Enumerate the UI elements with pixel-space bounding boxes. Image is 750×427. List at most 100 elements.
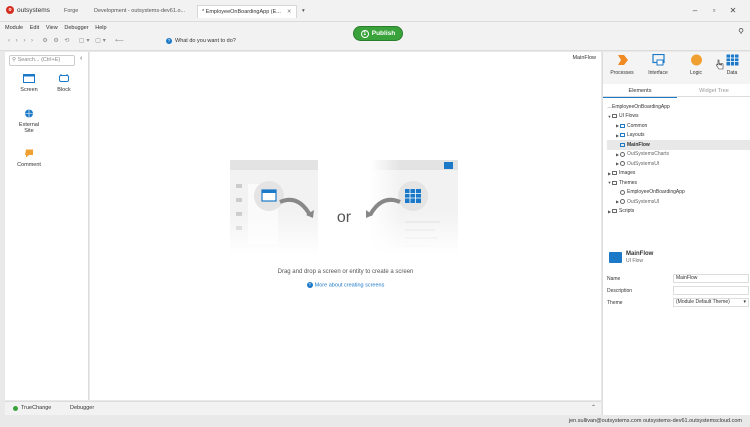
tab-forge[interactable]: Forge bbox=[60, 5, 82, 18]
menu-debugger[interactable]: Debugger bbox=[64, 22, 88, 34]
tab-interface[interactable]: Interface bbox=[641, 53, 675, 76]
gear-icon bbox=[620, 151, 625, 157]
ui-flow-icon bbox=[609, 252, 622, 263]
property-label: Theme bbox=[607, 300, 623, 306]
minimize-icon[interactable]: – bbox=[689, 5, 701, 17]
status-bar: jen.sullivan@outsystems.com outsystems-d… bbox=[0, 415, 750, 427]
tab-label: Data bbox=[726, 70, 738, 76]
property-theme: Theme (Module Default Theme) ▾ bbox=[607, 298, 749, 308]
title-bar: o outsystems Forge Development - outsyst… bbox=[0, 0, 750, 22]
property-name: Name MainFlow bbox=[607, 274, 749, 284]
theme-select[interactable]: (Module Default Theme) ▾ bbox=[673, 298, 749, 307]
layer-tabs: Processes Interface Logic Data bbox=[603, 52, 750, 84]
gear-icon bbox=[620, 199, 625, 205]
tab-development[interactable]: Development - outsystems-dev61.o... bbox=[90, 5, 194, 18]
drop-message: Drag and drop a screen or entity to crea… bbox=[277, 269, 414, 275]
widget-external-site[interactable]: External Site bbox=[14, 109, 44, 134]
outsystems-logo-icon: o bbox=[6, 6, 14, 14]
close-icon[interactable]: ✕ bbox=[287, 9, 292, 15]
widget-block[interactable]: Block bbox=[49, 74, 79, 93]
widget-screen[interactable]: Screen bbox=[14, 74, 44, 93]
collapse-panel-icon[interactable]: ‹ bbox=[80, 55, 82, 62]
what-do-you-want-to-do[interactable]: ? What do you want to do? bbox=[166, 38, 236, 44]
tab-label: Interface bbox=[648, 70, 668, 76]
subtab-elements[interactable]: Elements bbox=[603, 85, 677, 98]
widget-comment[interactable]: Comment bbox=[14, 149, 44, 168]
description-field[interactable] bbox=[673, 286, 749, 295]
gear-icon bbox=[620, 189, 625, 195]
tree-item[interactable]: ▶ Scripts bbox=[607, 207, 750, 217]
theme-select-value: (Module Default Theme) bbox=[676, 299, 730, 305]
publish-label: Publish bbox=[371, 30, 396, 37]
widget-label: Block bbox=[57, 87, 71, 93]
tree-item-label: Common bbox=[627, 122, 648, 129]
subtab-widget-tree[interactable]: Widget Tree bbox=[677, 85, 750, 97]
tree-item-label: Themes bbox=[619, 179, 638, 186]
tab-logic[interactable]: Logic bbox=[679, 54, 713, 76]
property-label: Name bbox=[607, 276, 621, 282]
tree-item-label: OutSystemsUI bbox=[627, 160, 660, 167]
folder-icon bbox=[612, 209, 617, 214]
tree-item[interactable]: ▶ Images bbox=[607, 169, 750, 179]
tree-item[interactable]: ▶ OutSystemsUI bbox=[607, 197, 750, 207]
tree-item-label: OutSystemsUI bbox=[627, 198, 660, 205]
tab-label: Logic bbox=[690, 70, 702, 76]
folder-icon bbox=[620, 142, 625, 147]
tab-truechange[interactable]: TrueChange bbox=[13, 405, 51, 411]
folder-icon bbox=[620, 123, 625, 128]
tree-item[interactable]: ▶ Common bbox=[607, 121, 750, 131]
menu-edit[interactable]: Edit bbox=[30, 22, 39, 34]
app-logo[interactable]: o outsystems bbox=[6, 6, 50, 14]
tab-label: Debugger bbox=[70, 405, 95, 411]
tree-item-label: Images bbox=[619, 170, 636, 177]
maximize-icon[interactable]: ▫ bbox=[708, 5, 720, 17]
properties-title: MainFlow bbox=[626, 251, 654, 257]
tab-dropdown-chevron-icon[interactable]: ▾ bbox=[298, 5, 309, 18]
tree-item-label: MainFlow bbox=[627, 141, 650, 148]
tree-item[interactable]: ▶ OutSystemsUI bbox=[607, 159, 750, 169]
name-field[interactable]: MainFlow bbox=[673, 274, 749, 283]
tab-employee-onboarding-app[interactable]: * EmployeeOnBoardingApp (E... ✕ bbox=[197, 5, 297, 18]
tab-label: Development - outsystems-dev61.o... bbox=[94, 8, 186, 14]
truechange-status-icon bbox=[13, 405, 18, 411]
tree-item[interactable]: ▶ Layouts bbox=[607, 131, 750, 141]
tab-debugger[interactable]: Debugger bbox=[70, 405, 94, 411]
widget-label: External Site bbox=[18, 122, 40, 134]
folder-icon bbox=[612, 180, 617, 185]
tree-item-label: Scripts bbox=[619, 208, 635, 215]
interface-icon bbox=[651, 53, 665, 66]
tree-item[interactable]: MainFlow bbox=[607, 140, 750, 150]
tab-processes[interactable]: Processes bbox=[605, 54, 639, 76]
toolbox-search-input[interactable]: ⚲ Search... (Ctrl+E) bbox=[9, 55, 75, 66]
comment-icon bbox=[25, 149, 33, 158]
menu-help[interactable]: Help bbox=[95, 22, 106, 34]
widget-toolbox: ⚲ Search... (Ctrl+E) ‹ Screen Block Exte… bbox=[5, 52, 89, 400]
tree-item[interactable]: ▶ OutSystemsCharts bbox=[607, 150, 750, 160]
elements-tree: — EmployeeOnBoardingApp ▼ UI Flows ▶ Common ▶ L… bbox=[607, 102, 750, 216]
property-label: Description bbox=[607, 288, 633, 294]
tree-item[interactable]: — EmployeeOnBoardingApp bbox=[607, 102, 750, 112]
or-separator-text: or bbox=[337, 209, 352, 226]
publish-button[interactable]: 1 Publish bbox=[353, 26, 403, 41]
publish-step-number: 1 bbox=[360, 29, 369, 38]
menu-module[interactable]: Module bbox=[5, 22, 23, 34]
tree-item[interactable]: ▼ Themes bbox=[607, 178, 750, 188]
properties-header: MainFlow UI Flow bbox=[607, 250, 747, 266]
tree-item[interactable]: ▼ UI Flows bbox=[607, 112, 750, 122]
main-canvas[interactable]: MainFlow or Drag and drop a screen or en… bbox=[90, 52, 601, 400]
window-close-icon[interactable]: ✕ bbox=[727, 5, 739, 17]
menu-view[interactable]: View bbox=[46, 22, 58, 34]
toolbox-search-placeholder: Search... (Ctrl+E) bbox=[17, 57, 61, 63]
what-do-you-want-to-do-label: What do you want to do? bbox=[175, 38, 236, 44]
tab-label: TrueChange bbox=[21, 405, 52, 411]
chevron-up-icon[interactable]: ⌃ bbox=[591, 404, 596, 411]
more-about-screens-link[interactable]: ? More about creating screens bbox=[90, 282, 601, 288]
gear-icon bbox=[620, 161, 625, 167]
globe-icon bbox=[25, 109, 33, 118]
widget-label: Screen bbox=[20, 87, 38, 93]
folder-icon bbox=[612, 171, 617, 176]
data-icon bbox=[726, 54, 738, 66]
tree-item[interactable]: EmployeeOnBoardingApp bbox=[607, 188, 750, 198]
empty-flow-illustration: or bbox=[230, 160, 458, 255]
toolbar-icons[interactable]: ‹ › › › ⚙ ⚙ ⟲ ▢▾ ▢▾ ⟵ bbox=[8, 37, 126, 44]
